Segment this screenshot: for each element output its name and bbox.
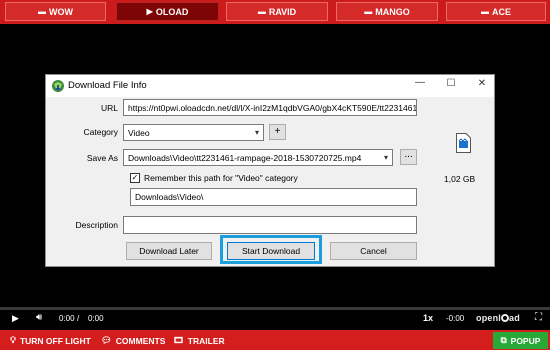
tab-oload[interactable]: ▶ OLOAD [116,2,219,21]
trailer-button[interactable]: 🎞︎ TRAILER [173,335,225,346]
popup-label: POPUP [510,335,541,346]
current-time: 0:00 [59,314,75,323]
server-icon: ▬ [480,7,489,16]
fullscreen-icon[interactable]: ⛶ [535,312,542,323]
duration: 0:00 [88,314,104,323]
player-controls: ▶ 🔊︎ 0:00 / 0:00 1x -0:00 openl ad ⛶ [0,310,550,330]
cancel-button[interactable]: Cancel [330,242,417,260]
url-field[interactable]: https://nt0pwi.oloadcdn.net/dl/l/X-inI2z… [123,99,417,116]
remember-path-label: Remember this path for "Video" category [144,173,298,183]
tab-ace[interactable]: ▬ ACE [446,2,546,21]
dialog-titlebar[interactable]: Download File Info — ☐ ✕ [46,75,494,97]
category-label: Category [83,127,119,137]
tab-mango[interactable]: ▬ MANGO [336,2,438,21]
film-icon: 🎞︎ [173,335,184,345]
file-size: 1,02 GB [444,174,476,184]
download-later-button[interactable]: Download Later [126,242,212,260]
tab-label: OLOAD [155,6,189,17]
remember-path-checkbox[interactable]: ✓ [130,173,140,183]
server-icon: ▬ [364,7,373,16]
comments-button[interactable]: 💬︎ COMMENTS [101,335,165,346]
category-value: Video [128,128,150,138]
play-icon: ▶ [146,7,153,16]
tab-label: ACE [491,6,511,17]
idm-globe-icon [52,80,64,92]
time-separator: / [77,314,80,323]
popup-button[interactable]: ⧉ POPUP [493,332,548,349]
add-category-button[interactable]: + [269,124,286,140]
tab-label: RAVID [268,6,297,17]
close-icon[interactable]: ✕ [474,78,490,92]
openload-logo[interactable]: openl ad [476,313,520,323]
chevron-down-icon: ▾ [383,153,388,162]
comments-label: COMMENTS [115,335,166,346]
path-field[interactable]: Downloads\Video\ [130,188,417,206]
trailer-label: TRAILER [187,335,225,346]
popup-icon: ⧉ [500,335,507,345]
save-as-label: Save As [86,153,118,163]
dialog-title: Download File Info [68,80,147,91]
description-label: Description [75,220,118,230]
server-icon: ▬ [257,7,266,16]
chevron-down-icon: ▾ [254,128,259,137]
start-download-highlight [220,235,322,264]
tab-ravid[interactable]: ▬ RAVID [226,2,328,21]
remaining-time: -0:00 [446,314,465,323]
maximize-icon[interactable]: ☐ [443,78,459,92]
turn-off-light-label: TURN OFF LIGHT [19,335,91,346]
url-label: URL [100,103,118,113]
server-icon: ▬ [38,7,46,16]
save-as-value: Downloads\Video\tt2231461-rampage-2018-1… [128,153,362,163]
server-tab-bar: ▬ WOW ▶ OLOAD ▬ RAVID ▬ MANGO ▬ ACE [0,0,550,24]
category-select[interactable]: Video ▾ [123,124,264,141]
comment-icon: 💬︎ [101,335,112,345]
turn-off-light-button[interactable]: 💡︎ TURN OFF LIGHT [10,335,91,346]
tab-label: WOW [49,6,73,17]
bottom-bar: 💡︎ TURN OFF LIGHT 💬︎ COMMENTS 🎞︎ TRAILER [0,330,550,350]
tab-label: MANGO [375,6,410,17]
description-field[interactable] [123,216,417,234]
video-file-icon [456,133,471,153]
browse-button[interactable]: ... [400,149,417,165]
volume-icon[interactable]: 🔊︎ [36,312,42,323]
save-as-select[interactable]: Downloads\Video\tt2231461-rampage-2018-1… [123,149,393,166]
speed-button[interactable]: 1x [423,313,433,323]
play-icon[interactable]: ▶ [12,313,19,324]
tab-wow[interactable]: ▬ WOW [5,2,106,21]
minimize-icon[interactable]: — [412,77,428,91]
lightbulb-icon: 💡︎ [10,335,16,345]
